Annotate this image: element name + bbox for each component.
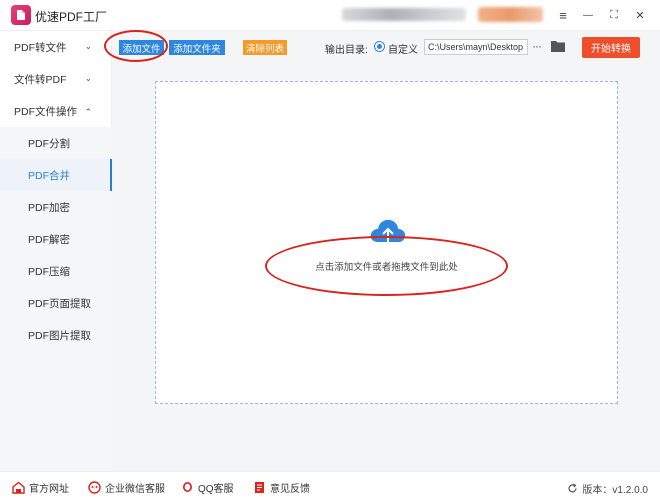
sidebar-item-pdf-encrypt[interactable]: PDF加密 — [0, 191, 112, 223]
output-path-input[interactable] — [424, 39, 528, 55]
sidebar-filler — [0, 351, 112, 471]
wechat-service-link[interactable]: 企业微信客服 — [88, 480, 165, 495]
official-website-label: 官方网址 — [29, 484, 69, 495]
qq-service-link[interactable]: QQ客服 — [181, 480, 234, 495]
close-icon[interactable]: ✕ — [632, 7, 648, 23]
wechat-service-label: 企业微信客服 — [105, 484, 165, 495]
sidebar-item-pdf-image-extract[interactable]: PDF图片提取 — [0, 319, 112, 351]
app-logo-icon — [11, 5, 31, 25]
sidebar-item-pdf-split[interactable]: PDF分割 — [0, 127, 112, 159]
footer: 官方网址 企业微信客服 QQ客服 意见反馈 版本：v1.2.0.0 — [0, 471, 660, 502]
sidebar-item-pdf-page-extract[interactable]: PDF页面提取 — [0, 287, 112, 319]
menu-icon[interactable]: ≡ — [555, 7, 571, 23]
feedback-label: 意见反馈 — [270, 484, 310, 495]
sidebar-group-label: PDF转文件 — [14, 41, 67, 54]
title-bar: 优速PDF工厂 ≡ — ⛶ ✕ — [0, 0, 660, 31]
clear-list-button[interactable]: 清除列表 — [243, 40, 287, 55]
app-title: 优速PDF工厂 — [35, 10, 108, 24]
add-folder-button[interactable]: 添加文件夹 — [169, 40, 225, 55]
sidebar-group-label: PDF文件操作 — [14, 105, 77, 118]
maximize-icon[interactable]: ⛶ — [606, 7, 622, 23]
chevron-down-icon: ⌄ — [84, 41, 92, 51]
cloud-upload-icon — [370, 219, 406, 244]
sidebar-group-pdf-operations[interactable]: PDF文件操作 ⌃ — [0, 95, 112, 127]
qq-icon — [183, 482, 192, 492]
more-options-button[interactable]: ··· — [532, 39, 542, 53]
drop-zone-hint: 点击添加文件或者拖拽文件到此处 — [315, 262, 458, 273]
file-drop-zone[interactable]: 点击添加文件或者拖拽文件到此处 — [155, 81, 618, 404]
sidebar: PDF转文件 ⌄ 文件转PDF ⌄ PDF文件操作 ⌃ PDF分割 PDF合并 … — [0, 31, 112, 471]
feedback-icon — [255, 482, 264, 493]
feedback-link[interactable]: 意见反馈 — [253, 480, 310, 495]
user-info-blurred — [342, 8, 466, 21]
refresh-icon — [568, 483, 578, 493]
sidebar-item-pdf-merge[interactable]: PDF合并 — [0, 159, 112, 191]
user-avatar-blurred — [478, 7, 543, 22]
sidebar-item-pdf-decrypt[interactable]: PDF解密 — [0, 223, 112, 255]
output-dir-label: 输出目录: — [325, 45, 368, 56]
sidebar-group-file-to-pdf[interactable]: 文件转PDF ⌄ — [0, 63, 112, 95]
toolbar: 添加文件 添加文件夹 清除列表 输出目录: 自定义 ··· 开始转换 — [112, 31, 660, 63]
minimize-icon[interactable]: — — [580, 7, 596, 23]
home-icon — [12, 481, 25, 494]
start-convert-button[interactable]: 开始转换 — [582, 37, 640, 58]
chevron-down-icon: ⌄ — [84, 73, 92, 83]
chevron-up-icon: ⌃ — [84, 107, 92, 117]
custom-radio[interactable] — [374, 41, 385, 52]
sidebar-group-label: 文件转PDF — [14, 73, 67, 86]
qq-service-label: QQ客服 — [198, 484, 234, 495]
version-label: 版本：v1.2.0.0 — [582, 485, 648, 496]
main-panel: 添加文件 添加文件夹 清除列表 输出目录: 自定义 ··· 开始转换 点击添加文… — [112, 31, 660, 471]
official-website-link[interactable]: 官方网址 — [12, 480, 69, 495]
sidebar-group-pdf-to-file[interactable]: PDF转文件 ⌄ — [0, 31, 112, 63]
sidebar-item-pdf-compress[interactable]: PDF压缩 — [0, 255, 112, 287]
folder-icon[interactable] — [550, 39, 566, 53]
version-info[interactable]: 版本：v1.2.0.0 — [567, 481, 648, 496]
add-file-button[interactable]: 添加文件 — [119, 40, 164, 55]
custom-radio-label: 自定义 — [388, 45, 418, 56]
wechat-icon — [88, 481, 101, 494]
